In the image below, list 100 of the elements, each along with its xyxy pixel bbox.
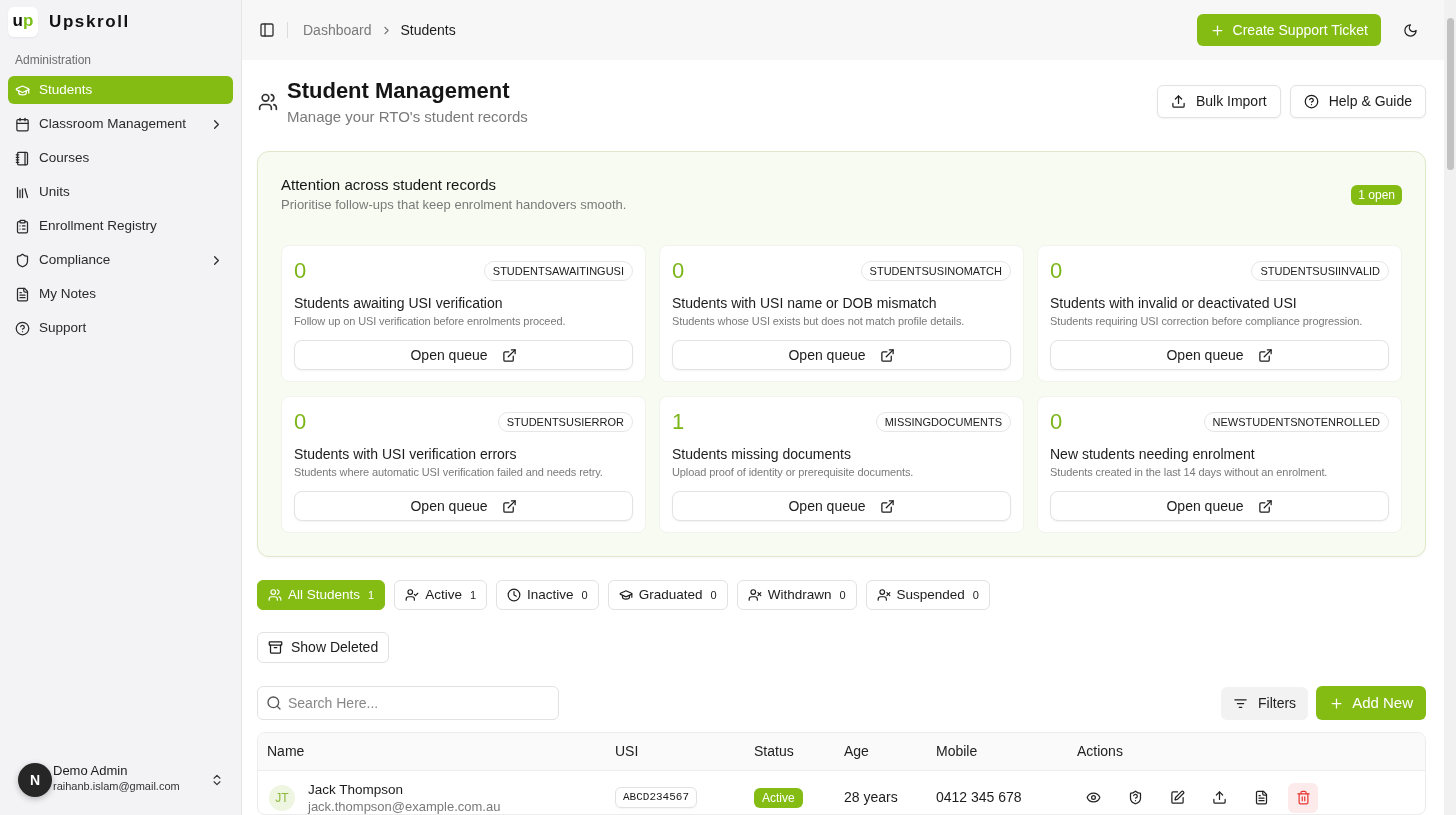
scrollbar-thumb[interactable] bbox=[1446, 18, 1454, 170]
plus-icon bbox=[1329, 695, 1345, 711]
delete-button[interactable] bbox=[1288, 782, 1318, 813]
header-action-button[interactable]: Bulk Import bbox=[1156, 85, 1281, 118]
status-tab[interactable]: Graduated 0 bbox=[607, 580, 728, 610]
status-tab[interactable]: Withdrawn 0 bbox=[736, 580, 857, 610]
sidebar-nav-item[interactable]: Courses bbox=[8, 144, 233, 172]
queue-title: Students awaiting USI verification bbox=[294, 294, 504, 313]
search-icon bbox=[266, 695, 282, 711]
header-action-button[interactable]: Help & Guide bbox=[1289, 85, 1426, 118]
sidebar-nav-item[interactable]: Units bbox=[8, 178, 233, 206]
status-tab[interactable]: Active 1 bbox=[394, 580, 488, 610]
calendar-icon bbox=[15, 116, 30, 132]
external-link-icon bbox=[879, 347, 895, 363]
graduation-cap-icon bbox=[15, 82, 30, 98]
queue-count: 1 bbox=[672, 409, 685, 435]
breadcrumb-current: Students bbox=[400, 20, 456, 40]
archive-icon bbox=[268, 640, 283, 655]
student-name: Jack Thompson bbox=[308, 781, 405, 799]
user-x-icon bbox=[747, 588, 762, 602]
queue-count: 0 bbox=[294, 258, 307, 284]
attention-subtitle: Prioritise follow-ups that keep enrolment handovers smooth. bbox=[281, 196, 627, 214]
page-subtitle: Manage your RTO's student records bbox=[287, 107, 528, 127]
external-link-icon bbox=[501, 498, 517, 514]
queue-title: Students missing documents bbox=[672, 445, 852, 464]
plus-icon bbox=[1209, 22, 1225, 38]
student-email: jack.thompson@example.com.au bbox=[308, 799, 501, 814]
logo: up bbox=[8, 7, 38, 37]
open-queue-button[interactable]: Open queue bbox=[1050, 491, 1389, 521]
notebook-icon bbox=[15, 150, 30, 166]
document-icon bbox=[15, 286, 30, 302]
open-count-badge: 1 open bbox=[1351, 185, 1402, 205]
queue-description: Upload proof of identity or prerequisite documents. bbox=[672, 465, 915, 480]
column-header: Status bbox=[754, 742, 794, 761]
external-link-icon bbox=[879, 498, 895, 514]
sidebar-toggle-icon bbox=[259, 22, 275, 38]
queue-title: Students with USI verification errors bbox=[294, 445, 518, 464]
user-check-icon bbox=[405, 588, 420, 602]
document-icon bbox=[1253, 790, 1269, 805]
queue-description: Students requiring USI correction before compliance progression. bbox=[1050, 314, 1364, 329]
user-email: raihanb.islam@gmail.com bbox=[53, 779, 180, 794]
clock-icon bbox=[507, 588, 522, 602]
external-link-icon bbox=[1257, 498, 1273, 514]
sidebar-nav-item[interactable]: My Notes bbox=[8, 280, 233, 308]
status-badge: Active bbox=[754, 787, 803, 808]
sidebar-toggle-button[interactable] bbox=[259, 22, 275, 38]
shield-icon bbox=[15, 252, 30, 268]
user-avatar: N bbox=[18, 763, 52, 797]
sidebar-nav-item[interactable]: Enrollment Registry bbox=[8, 212, 233, 240]
eye-icon bbox=[1085, 790, 1101, 805]
sidebar-nav-item[interactable]: Compliance bbox=[8, 246, 233, 274]
age-text: 28 years bbox=[844, 788, 898, 807]
queue-title: Students with invalid or deactivated USI bbox=[1050, 294, 1298, 313]
breadcrumb-link[interactable]: Dashboard bbox=[303, 19, 372, 41]
trash-icon bbox=[1295, 790, 1311, 805]
queue-count: 0 bbox=[1050, 258, 1063, 284]
open-queue-button[interactable]: Open queue bbox=[294, 340, 633, 370]
edit-icon bbox=[1169, 790, 1185, 805]
open-queue-button[interactable]: Open queue bbox=[672, 491, 1011, 521]
brand-name: Upskroll bbox=[49, 11, 130, 34]
queue-title: Students with USI name or DOB mismatch bbox=[672, 294, 938, 313]
student-avatar: JT bbox=[269, 784, 295, 811]
column-header: Mobile bbox=[936, 742, 978, 761]
sidebar-nav-item[interactable]: Classroom Management bbox=[8, 110, 233, 138]
mobile-text: 0412 345 678 bbox=[936, 788, 1022, 807]
open-queue-button[interactable]: Open queue bbox=[1050, 340, 1389, 370]
moon-icon bbox=[1402, 22, 1418, 38]
upload-icon bbox=[1211, 790, 1227, 805]
graduation-cap-icon bbox=[618, 588, 633, 602]
column-header: Name bbox=[267, 742, 305, 761]
shield-question-icon bbox=[1127, 790, 1143, 805]
queue-description: Follow up on USI verification before enrolments proceed. bbox=[294, 314, 567, 329]
open-queue-button[interactable]: Open queue bbox=[672, 340, 1011, 370]
search-field[interactable]: Search Here... bbox=[257, 686, 559, 720]
books-icon bbox=[15, 184, 30, 200]
user-x-icon bbox=[876, 588, 891, 602]
page-title: Student Management bbox=[287, 77, 511, 105]
show-deleted-button[interactable]: Show Deleted bbox=[257, 632, 390, 663]
queue-count: 0 bbox=[1050, 409, 1063, 435]
queue-description: Students created in the last 14 days without an enrolment. bbox=[1050, 465, 1329, 480]
column-header: Actions bbox=[1077, 742, 1123, 761]
column-header: Age bbox=[844, 742, 869, 761]
usi-tag: ABCD234567 bbox=[615, 787, 697, 808]
users-icon bbox=[268, 588, 282, 602]
upload-icon bbox=[1170, 94, 1186, 109]
filters-button[interactable]: Filters bbox=[1221, 686, 1309, 720]
status-tab[interactable]: Inactive 0 bbox=[496, 580, 599, 610]
queue-title: New students needing enrolment bbox=[1050, 445, 1256, 464]
section-label: Administration bbox=[15, 52, 92, 68]
external-link-icon bbox=[501, 347, 517, 363]
column-header: USI bbox=[615, 742, 639, 761]
users-icon bbox=[258, 92, 278, 112]
external-link-icon bbox=[1257, 347, 1273, 363]
queue-count: 0 bbox=[294, 409, 307, 435]
queue-description: Students where automatic USI verification failed and needs retry. bbox=[294, 465, 604, 480]
open-queue-button[interactable]: Open queue bbox=[294, 491, 633, 521]
help-icon bbox=[1303, 94, 1319, 109]
theme-toggle-button[interactable] bbox=[1402, 22, 1418, 38]
sidebar-nav-item[interactable]: Support bbox=[8, 314, 233, 342]
status-tab[interactable]: Suspended 0 bbox=[865, 580, 990, 610]
